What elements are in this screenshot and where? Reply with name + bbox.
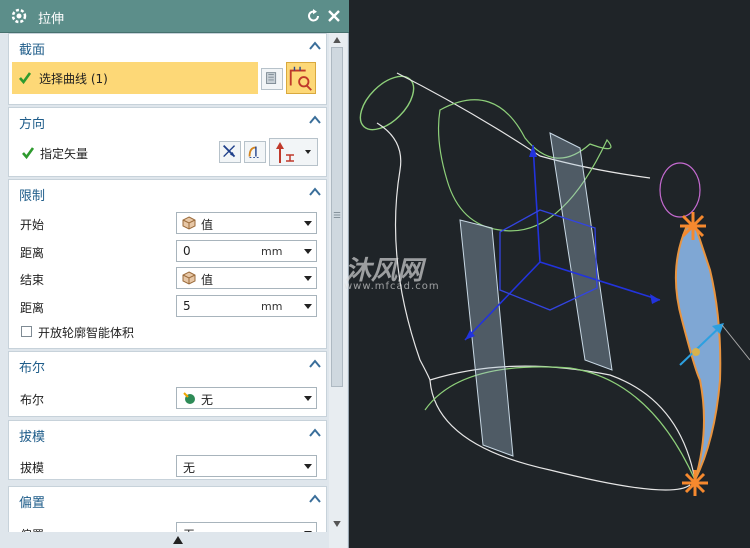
graphics-viewport[interactable]: 沐风网 www.mfcad.com <box>344 0 750 548</box>
direction-group: 方向 指定矢量 <box>8 107 327 177</box>
gear-icon[interactable] <box>10 7 28 25</box>
chevron-up-icon[interactable] <box>308 427 322 439</box>
scroll-thumb[interactable] <box>331 47 343 387</box>
distance2-label: 距离 <box>20 301 45 315</box>
draft-header[interactable]: 拔模 <box>9 421 326 447</box>
value-cube-icon <box>182 271 196 285</box>
handle-top-ellipse <box>659 162 701 218</box>
dialog-titlebar: 拉伸 <box>0 0 349 33</box>
vector-icon <box>248 146 261 158</box>
close-icon[interactable] <box>327 9 341 23</box>
chevron-down-icon <box>304 221 312 226</box>
end-dropdown[interactable]: 值 <box>176 267 317 289</box>
boolean-value: 无 <box>201 393 214 407</box>
end-marker-icon <box>682 470 708 496</box>
section-group: 截面 选择曲线 (1) <box>8 33 327 105</box>
distance1-label: 距离 <box>20 246 45 260</box>
distance1-unit: mm <box>261 245 283 258</box>
draft-label: 拔模 <box>20 461 45 475</box>
end-label: 结束 <box>20 273 45 287</box>
dialog-panel: 截面 选择曲线 (1) 方向 指定矢量 限制 开始 值 距离 0 mm 结束 值… <box>8 33 327 548</box>
sketch-section-button[interactable] <box>261 68 283 90</box>
plane-strip-right <box>549 132 613 371</box>
grip-icon <box>333 212 341 218</box>
chevron-down-icon <box>304 276 312 281</box>
boolean-header[interactable]: 布尔 <box>9 352 326 378</box>
open-profile-checkbox[interactable] <box>21 326 32 337</box>
sketch-icon <box>266 72 277 84</box>
boolean-label: 布尔 <box>20 393 45 407</box>
curve-select-icon <box>289 66 312 91</box>
reverse-direction-button[interactable] <box>219 141 241 163</box>
axis-arrow-y <box>529 145 537 157</box>
limits-group: 限制 开始 值 距离 0 mm 结束 值 距离 5 mm 开放轮廓智能体积 <box>8 179 327 349</box>
bottle-outline-left <box>376 72 651 381</box>
distance2-input[interactable]: 5 mm <box>176 295 317 317</box>
chevron-up-icon[interactable] <box>308 186 322 198</box>
chevron-down-icon <box>304 464 312 469</box>
bottle-neck-ellipse <box>359 75 415 131</box>
vector-dialog-button[interactable] <box>244 141 266 163</box>
distance1-value: 0 <box>183 244 191 258</box>
distance1-input[interactable]: 0 mm <box>176 240 317 262</box>
reverse-direction-icon <box>222 144 236 158</box>
chevron-up-icon[interactable] <box>308 493 322 505</box>
section-title: 截面 <box>19 43 46 58</box>
vector-arrow-icon <box>276 142 294 163</box>
draft-group: 拔模 拔模 无 <box>8 420 327 480</box>
draft-value: 无 <box>183 461 196 475</box>
handle-point <box>692 348 700 356</box>
direction-header[interactable]: 方向 <box>9 108 326 134</box>
start-dropdown[interactable]: 值 <box>176 212 317 234</box>
distance2-value: 5 <box>183 299 191 313</box>
draft-title: 拔模 <box>19 430 46 445</box>
end-value: 值 <box>201 273 214 287</box>
dialog-title: 拉伸 <box>38 12 65 27</box>
triangle-up-icon <box>173 536 183 544</box>
extend-line <box>721 324 750 361</box>
chevron-down-icon <box>305 150 311 154</box>
start-value: 值 <box>201 218 214 232</box>
checkmark-icon <box>19 72 32 85</box>
start-label: 开始 <box>20 218 45 232</box>
limits-title: 限制 <box>19 189 46 204</box>
chevron-down-icon <box>304 396 312 401</box>
offset-header[interactable]: 偏置 <box>9 487 326 513</box>
vector-type-dropdown[interactable] <box>269 138 318 166</box>
chevron-down-icon <box>304 249 312 254</box>
watermark-url: www.mfcad.com <box>344 281 440 292</box>
boolean-dropdown[interactable]: 无 <box>176 387 317 409</box>
select-curve-row[interactable]: 选择曲线 (1) <box>12 62 258 94</box>
offset-title: 偏置 <box>19 496 46 511</box>
curve-select-button[interactable] <box>286 62 316 94</box>
limits-header[interactable]: 限制 <box>9 180 326 206</box>
specify-vector-label: 指定矢量 <box>40 147 89 161</box>
checkmark-icon <box>22 147 35 160</box>
distance2-unit: mm <box>261 300 283 313</box>
more-indicator[interactable] <box>0 532 329 548</box>
value-cube-icon <box>182 216 196 230</box>
chevron-up-icon[interactable] <box>308 358 322 370</box>
chevron-up-icon[interactable] <box>308 40 322 52</box>
start-marker-icon <box>680 212 706 240</box>
draft-dropdown[interactable]: 无 <box>176 455 317 477</box>
bottom-base-green <box>424 366 696 481</box>
open-profile-label: 开放轮廓智能体积 <box>38 326 135 340</box>
extrude-dialog: 拉伸 截面 选择曲线 (1) 方向 指定矢量 限制 开始 值 距离 0 mm 结… <box>0 0 349 548</box>
section-header[interactable]: 截面 <box>9 34 326 60</box>
scroll-down-arrow-icon[interactable] <box>333 521 341 527</box>
boolean-title: 布尔 <box>19 361 46 376</box>
reset-icon[interactable] <box>307 9 321 23</box>
chevron-up-icon[interactable] <box>308 114 322 126</box>
direction-title: 方向 <box>19 117 46 132</box>
chevron-down-icon <box>304 304 312 309</box>
boolean-group: 布尔 布尔 无 <box>8 351 327 417</box>
bottom-base-curve <box>429 365 696 491</box>
select-curve-label: 选择曲线 (1) <box>39 72 108 86</box>
scroll-up-arrow-icon[interactable] <box>333 37 341 43</box>
boolean-none-icon <box>183 392 195 404</box>
